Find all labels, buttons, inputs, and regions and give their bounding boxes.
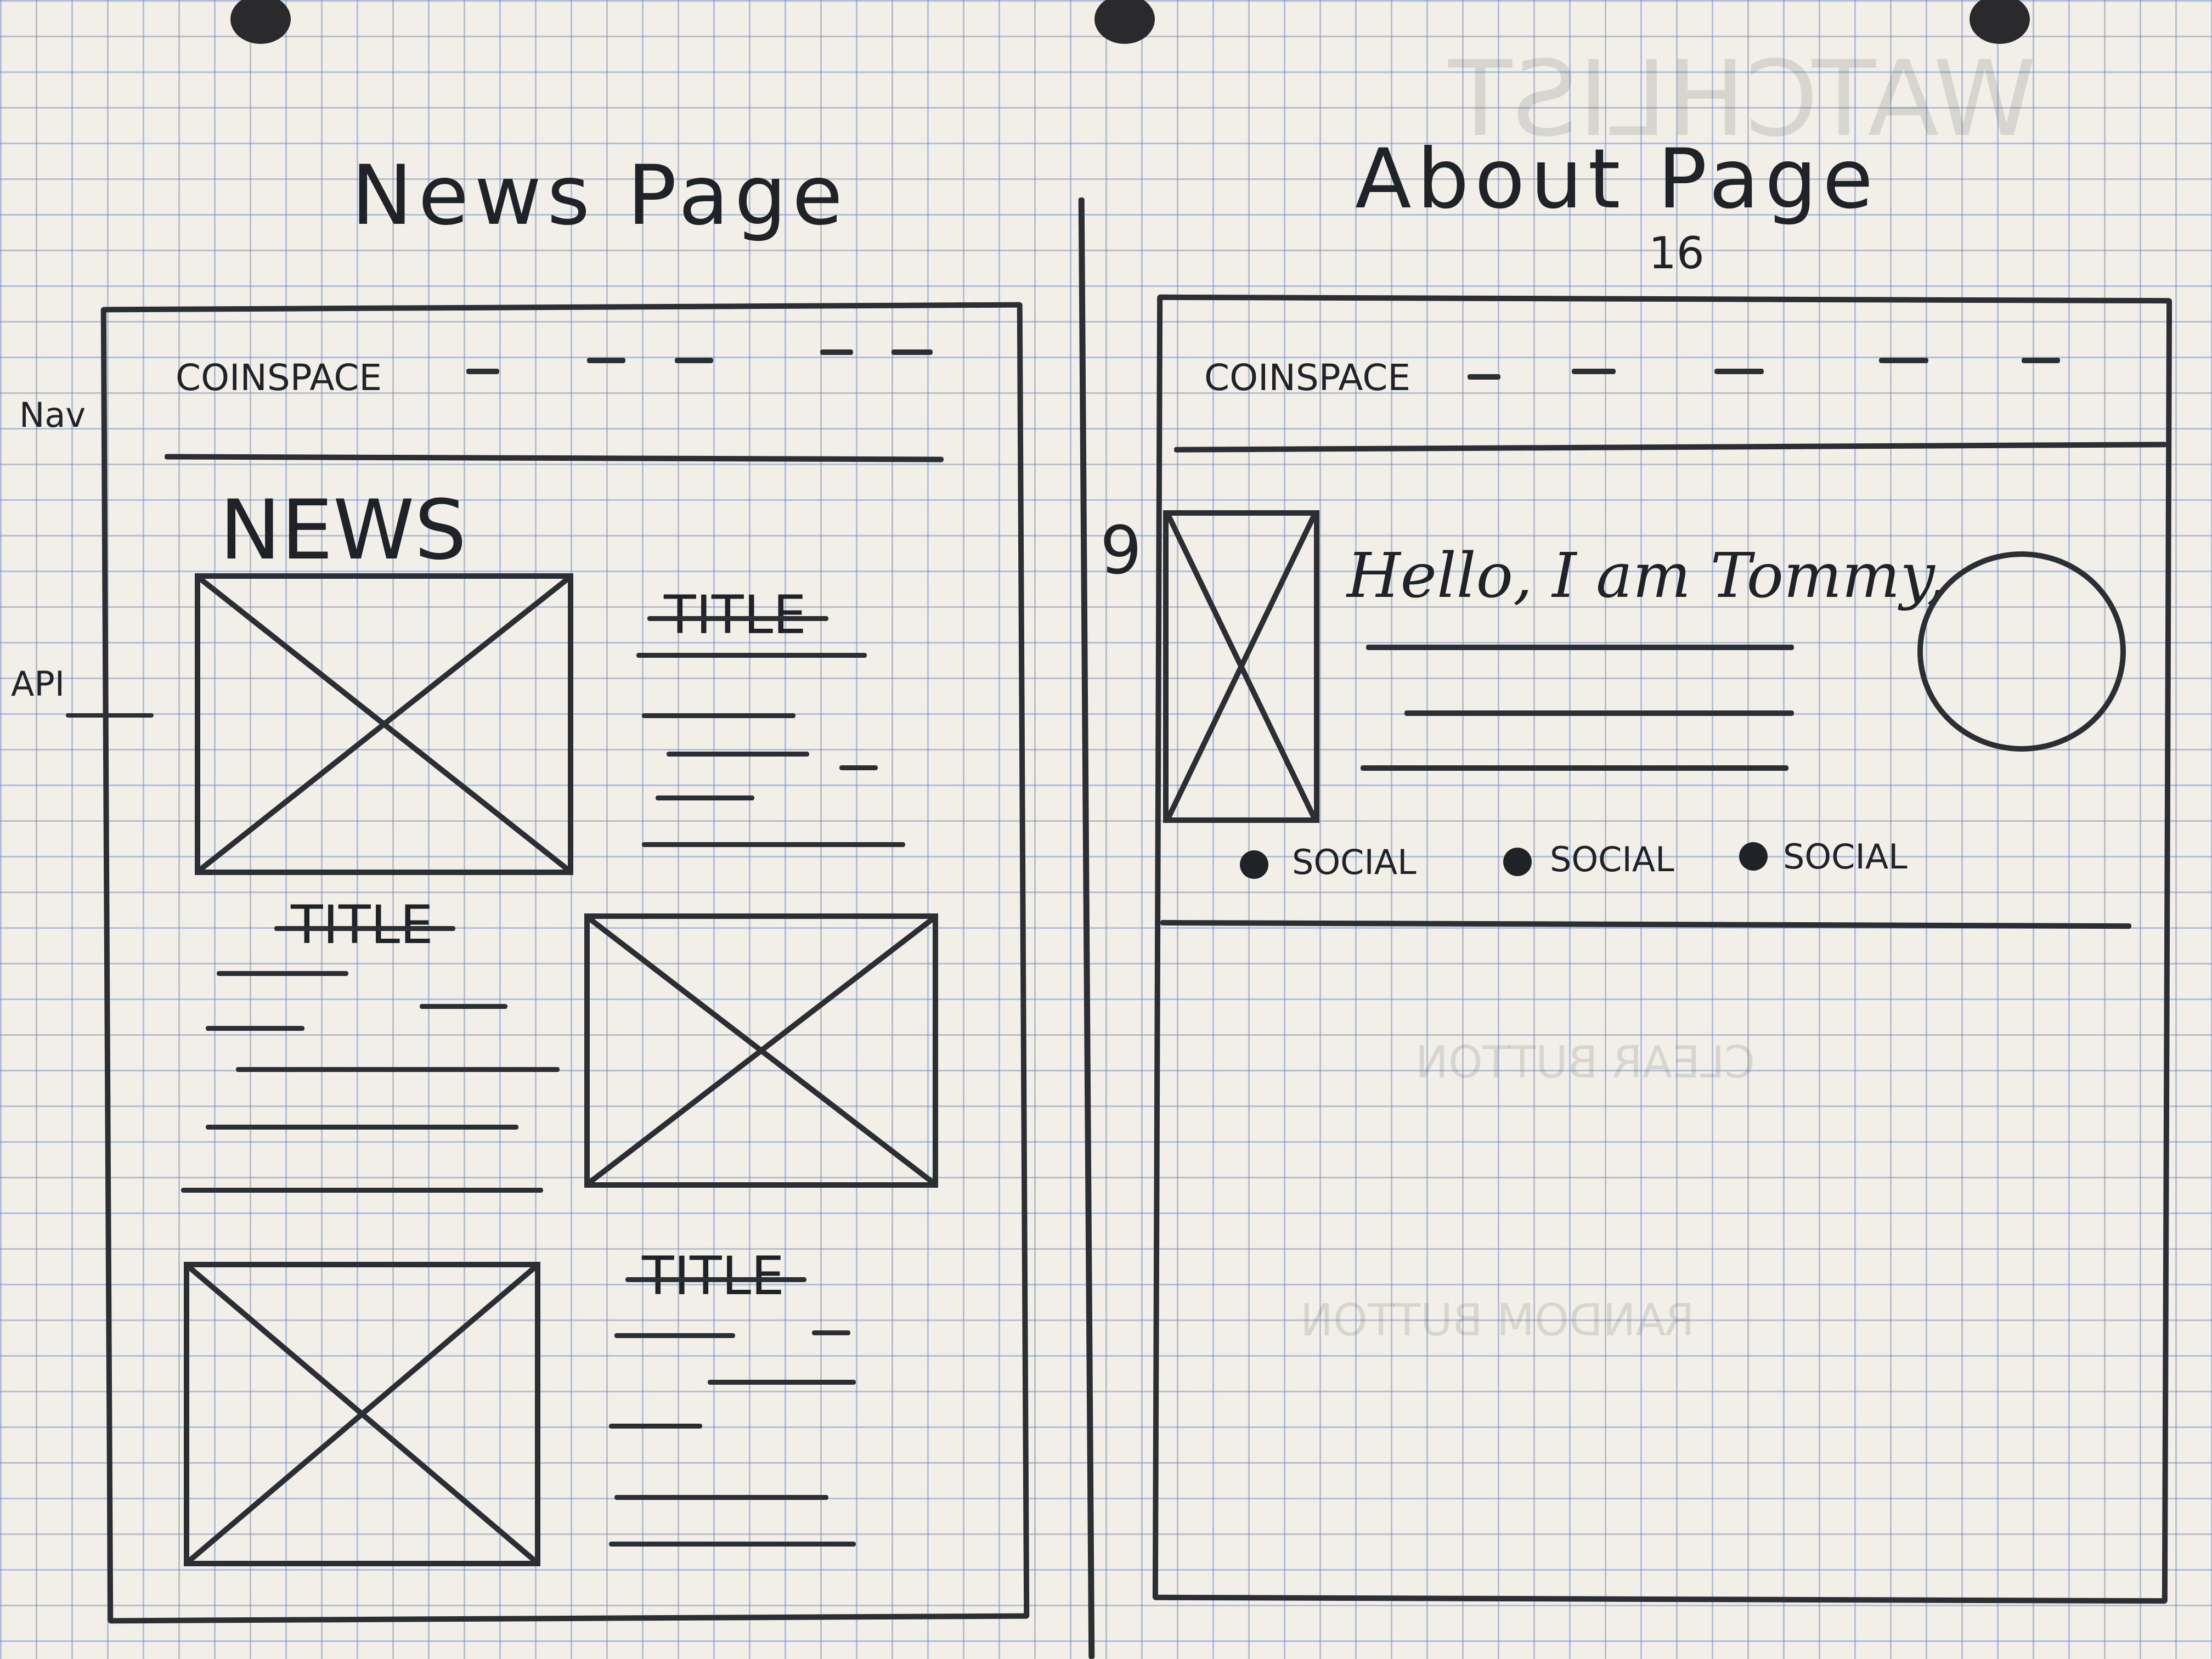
news-article-1-line-3 [667,752,809,757]
about-page-wireframe [1152,294,2172,1604]
news-nav-link-5[interactable] [891,349,933,355]
about-nav-link-2[interactable] [1572,369,1616,374]
about-page-heading: About Page [1355,132,1879,227]
news-article-3-title[interactable]: TITLE [625,1245,806,1307]
news-api-annotation: API [11,664,65,704]
social-3-link[interactable]: SOCIAL [1783,837,1908,877]
binder-hole-right [1970,0,2030,44]
news-article-3-image [184,1262,540,1566]
about-nav-link-3[interactable] [1714,369,1764,374]
news-article-2-line-1 [217,971,348,976]
news-article-1-line-4 [839,765,878,770]
news-article-1-line-1 [636,653,867,658]
about-nav-brand[interactable]: COINSPACE [1204,357,1410,399]
news-article-2-title[interactable]: TITLE [274,894,455,956]
about-heading-note: 16 [1649,228,1705,279]
social-1-link[interactable]: SOCIAL [1292,842,1417,882]
about-nav-link-1[interactable] [1468,374,1500,380]
news-article-3-line-1 [614,1333,735,1338]
news-article-1-line-2 [642,713,795,718]
news-article-3-line-2 [812,1330,850,1335]
news-article-2-line-5 [206,1125,518,1130]
about-greeting: Hello, I am Tommy, [1347,540,1946,612]
news-nav-link-2[interactable] [587,358,625,363]
about-avatar-circle [1917,551,2126,752]
news-article-1-line-6 [642,842,905,847]
social-2-link[interactable]: SOCIAL [1550,839,1674,879]
page-divider [1078,197,1095,1659]
about-bio-line-3 [1361,765,1788,771]
about-side-note: 9 [1100,513,1142,589]
about-nav-link-5[interactable] [2022,358,2060,363]
news-nav-link-1[interactable] [466,369,499,374]
binder-hole-left [230,0,291,44]
news-article-1-title[interactable]: TITLE [647,584,828,646]
news-article-2-line-3 [206,1026,304,1031]
news-nav-annotation: Nav [19,395,86,435]
news-article-2-line-4 [236,1067,560,1072]
social-2-icon [1503,848,1532,876]
news-article-2-line-2 [420,1004,507,1009]
binder-hole-middle [1094,0,1155,44]
news-article-3-line-6 [609,1542,856,1547]
news-article-3-line-3 [708,1380,856,1385]
about-profile-image [1163,510,1319,823]
news-page-heading: News Page [351,148,849,244]
about-bio-line-1 [1366,645,1794,650]
about-nav-link-4[interactable] [1879,358,1928,363]
news-section-heading: NEWS [219,483,467,578]
about-bio-line-2 [1404,710,1794,716]
news-article-2-image [584,913,938,1188]
news-article-3-line-5 [614,1495,828,1500]
news-nav-brand[interactable]: COINSPACE [176,357,382,399]
news-nav-link-4[interactable] [820,349,853,355]
social-1-icon [1240,850,1268,879]
news-article-3-line-4 [609,1424,702,1429]
news-nav-link-3[interactable] [675,358,713,363]
news-article-1-line-5 [656,795,754,800]
social-3-icon [1739,842,1768,871]
news-article-1-image [195,573,573,875]
news-article-2-line-6 [181,1188,543,1193]
